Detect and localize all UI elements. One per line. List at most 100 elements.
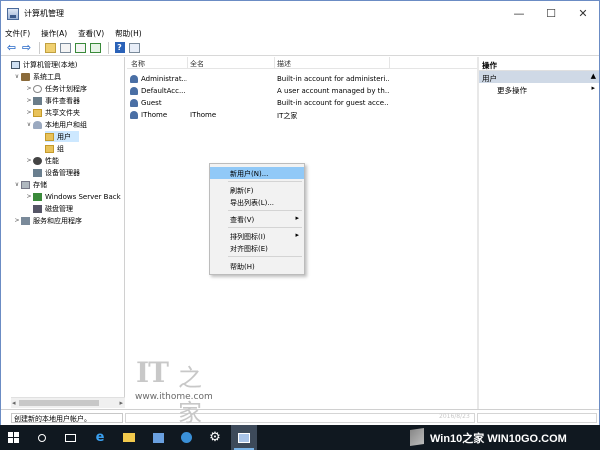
actions-section-users[interactable]: 用户 ▲ <box>479 71 599 83</box>
taskbar-settings[interactable]: ⚙ <box>202 425 228 450</box>
menu-separator <box>228 181 302 182</box>
tree-item-device-manager[interactable]: 设备管理器 <box>33 167 80 178</box>
tree-root-label: 计算机管理(本地) <box>23 60 78 69</box>
column-divider[interactable] <box>187 57 188 69</box>
edge-icon: e <box>95 430 105 445</box>
taskbar-file-explorer[interactable] <box>116 425 142 450</box>
event-viewer-icon <box>33 96 42 105</box>
menu-item-view[interactable]: 查看(V) ▸ <box>210 213 304 225</box>
menu-item-help[interactable]: 帮助(H) <box>210 260 304 272</box>
expand-icon[interactable]: > <box>25 193 33 200</box>
tree-item-label: 存储 <box>33 180 47 189</box>
tree-item-storage[interactable]: ∨ 存储 <box>13 179 47 190</box>
expand-icon[interactable]: > <box>25 109 33 116</box>
menu-help[interactable]: 帮助(H) <box>115 28 142 39</box>
start-button[interactable] <box>0 425 26 450</box>
folder-icon <box>45 144 54 153</box>
menu-item-view-label: 查看(V) <box>230 216 255 224</box>
tree-item-label: 任务计划程序 <box>45 84 87 93</box>
navigation-tree: 计算机管理(本地) ∨ 系统工具 > 任务计划程序 > 事件查看器 > 共享文件… <box>11 57 125 397</box>
performance-icon <box>33 156 42 165</box>
table-row[interactable]: Guest Built-in account for guest acce... <box>127 97 477 109</box>
tree-item-performance[interactable]: > 性能 <box>25 155 59 166</box>
column-divider[interactable] <box>389 57 390 69</box>
tree-root[interactable]: 计算机管理(本地) <box>11 59 77 70</box>
cell-description: A user account managed by th... <box>277 87 389 95</box>
menu-file[interactable]: 文件(F) <box>5 28 30 39</box>
help-icon[interactable]: ? <box>113 41 126 54</box>
cell-name: Administrat... <box>141 75 187 83</box>
watermark-date: 2016/8/23 <box>439 413 470 420</box>
status-bar: 创建新的本地用户帐户。 <box>1 409 599 425</box>
tree-item-task-scheduler[interactable]: > 任务计划程序 <box>25 83 87 94</box>
column-divider[interactable] <box>274 57 275 69</box>
actions-section-label: 用户 <box>482 74 497 83</box>
tree-item-groups[interactable]: 组 <box>45 143 64 154</box>
tree-item-local-users-groups[interactable]: ∨ 本地用户和组 <box>25 119 87 130</box>
menu-view[interactable]: 查看(V) <box>78 28 104 39</box>
show-tree-icon[interactable] <box>59 41 72 54</box>
close-button[interactable]: ✕ <box>567 1 599 26</box>
scroll-right-icon[interactable]: ▸ <box>119 399 123 407</box>
table-row[interactable]: Administrat... Built-in account for admi… <box>127 73 477 85</box>
menu-item-arrange-icons[interactable]: 排列图标(I) ▸ <box>210 230 304 242</box>
collapse-icon[interactable]: ∨ <box>13 73 21 80</box>
tree-horizontal-scrollbar[interactable]: ◂ ▸ <box>11 397 125 408</box>
cell-description: Built-in account for administeri... <box>277 75 389 83</box>
maximize-button[interactable]: ☐ <box>535 1 567 26</box>
table-row[interactable]: IThome IThome IT之家 <box>127 109 477 121</box>
menu-item-export-list[interactable]: 导出列表(L)... <box>210 196 304 208</box>
export-icon[interactable] <box>89 41 102 54</box>
tree-item-label: 设备管理器 <box>45 168 80 177</box>
tree-item-services-apps[interactable]: > 服务和应用程序 <box>13 215 82 226</box>
tree-item-windows-server-backup[interactable]: > Windows Server Back <box>25 191 121 202</box>
refresh-icon[interactable] <box>74 41 87 54</box>
tree-item-label: 服务和应用程序 <box>33 216 82 225</box>
minimize-button[interactable]: — <box>503 1 535 26</box>
menu-action[interactable]: 操作(A) <box>41 28 67 39</box>
scroll-thumb[interactable] <box>19 400 99 406</box>
expand-icon[interactable]: > <box>25 97 33 104</box>
menu-item-refresh[interactable]: 刷新(F) <box>210 184 304 196</box>
watermark-logo-it: IT <box>136 356 169 389</box>
expand-icon[interactable]: > <box>25 157 33 164</box>
column-name[interactable]: 名称 <box>131 59 145 69</box>
taskbar-search[interactable] <box>29 425 55 450</box>
back-arrow-icon[interactable]: ⇦ <box>5 41 18 54</box>
folder-icon <box>45 132 54 141</box>
list-header: 名称 全名 描述 <box>127 57 477 69</box>
scroll-left-icon[interactable]: ◂ <box>12 399 16 407</box>
collapse-icon[interactable]: ∨ <box>13 181 21 188</box>
table-row[interactable]: DefaultAcc... A user account managed by … <box>127 85 477 97</box>
tree-item-users[interactable]: 用户 <box>45 131 79 142</box>
up-folder-icon[interactable] <box>44 41 57 54</box>
tree-item-event-viewer[interactable]: > 事件查看器 <box>25 95 80 106</box>
column-description[interactable]: 描述 <box>277 59 291 69</box>
taskbar-task-view[interactable] <box>57 425 83 450</box>
tree-item-disk-management[interactable]: 磁盘管理 <box>33 203 73 214</box>
collapse-caret-icon[interactable]: ▲ <box>591 72 596 80</box>
tree-item-label: 本地用户和组 <box>45 120 87 129</box>
taskbar-network[interactable] <box>145 425 171 450</box>
user-icon <box>130 99 138 107</box>
tree-item-system-tools[interactable]: ∨ 系统工具 <box>13 71 61 82</box>
expand-icon[interactable]: > <box>13 217 21 224</box>
taskbar-edge[interactable]: e <box>87 425 113 450</box>
settings-icon: ⚙ <box>209 430 221 445</box>
properties-icon[interactable] <box>128 41 141 54</box>
computer-management-window: 计算机管理 — ☐ ✕ 文件(F) 操作(A) 查看(V) 帮助(H) ⇦ ⇨ … <box>0 0 600 427</box>
expand-icon[interactable]: > <box>25 85 33 92</box>
more-actions-item[interactable]: 更多操作 ▸ <box>479 83 599 95</box>
collapse-icon[interactable]: ∨ <box>25 121 33 128</box>
computer-management-icon <box>7 7 19 20</box>
tree-item-label: Windows Server Back <box>45 192 121 201</box>
menu-item-line-up-icons[interactable]: 对齐图标(E) <box>210 242 304 254</box>
taskbar-globe[interactable] <box>173 425 199 450</box>
column-fullname[interactable]: 全名 <box>190 59 204 69</box>
brand-text: Win10之家 WIN10GO.COM <box>430 433 567 445</box>
taskbar-computer-management[interactable] <box>231 425 257 450</box>
ithome-watermark-logo: IT 之家 <box>136 356 216 427</box>
forward-arrow-icon[interactable]: ⇨ <box>20 41 33 54</box>
tree-item-shared-folders[interactable]: > 共享文件夹 <box>25 107 80 118</box>
menu-item-new-user[interactable]: 新用户(N)... <box>210 167 304 179</box>
